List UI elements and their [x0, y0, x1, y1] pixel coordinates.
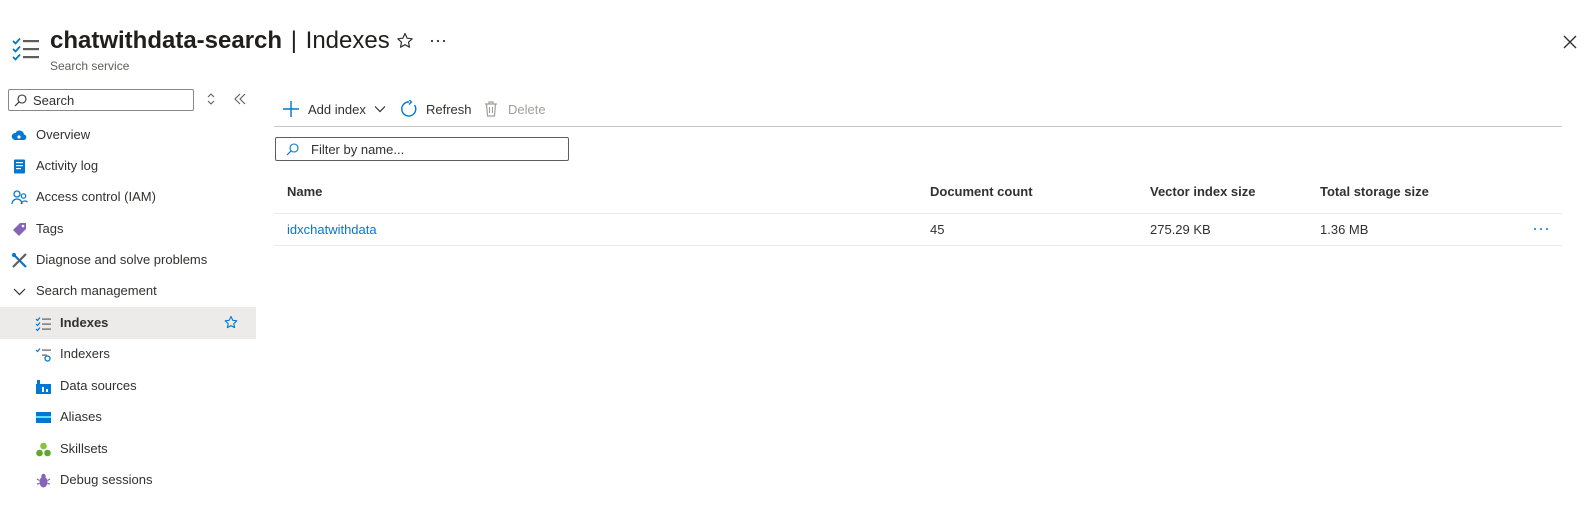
- vector-index-size-cell: 275.29 KB: [1150, 222, 1211, 237]
- add-index-label: Add index: [308, 101, 366, 117]
- row-divider: [274, 213, 1562, 214]
- search-icon: [14, 94, 27, 107]
- sidebar-item-diagnose[interactable]: Diagnose and solve problems: [0, 244, 256, 276]
- service-name: chatwithdata-search: [50, 27, 283, 54]
- column-header-vector-index-size[interactable]: Vector index size: [1150, 184, 1256, 199]
- sidebar-item-label: Overview: [36, 127, 91, 142]
- sidebar-item-data-sources[interactable]: Data sources: [0, 370, 256, 402]
- sidebar-item-access-control[interactable]: Access control (IAM): [0, 181, 256, 213]
- plus-icon: [283, 101, 299, 117]
- data-sources-icon: [36, 380, 51, 394]
- page-title: chatwithdata-search | Indexes: [50, 27, 390, 55]
- indexes-list-icon: [12, 37, 39, 61]
- column-header-total-storage-size[interactable]: Total storage size: [1320, 184, 1429, 199]
- collapse-sidebar-icon[interactable]: [232, 91, 248, 107]
- refresh-button[interactable]: Refresh: [400, 96, 472, 122]
- page-name: Indexes: [305, 27, 390, 54]
- sidebar-search-input[interactable]: [33, 92, 183, 108]
- index-list-icon: [35, 317, 51, 332]
- sidebar-item-debug-sessions[interactable]: Debug sessions: [0, 464, 256, 496]
- column-header-name[interactable]: Name: [287, 184, 322, 199]
- search-icon: [286, 143, 299, 156]
- sidebar-item-tags[interactable]: Tags: [0, 213, 256, 245]
- filter-input[interactable]: [311, 141, 561, 157]
- tag-icon: [13, 223, 26, 236]
- page-subtitle: Search service: [50, 59, 130, 73]
- chevron-down-icon: [13, 288, 26, 296]
- row-divider: [274, 245, 1562, 246]
- delete-button[interactable]: Delete: [482, 96, 546, 122]
- sidebar-item-label: Aliases: [60, 409, 102, 424]
- total-storage-size-cell: 1.36 MB: [1320, 222, 1369, 237]
- sidebar-item-label: Debug sessions: [60, 472, 153, 487]
- sidebar-item-indexers[interactable]: Indexers: [0, 338, 256, 370]
- sidebar-item-label: Skillsets: [60, 441, 108, 456]
- favorite-star-icon[interactable]: [223, 315, 239, 331]
- people-icon: [11, 190, 28, 205]
- sidebar-item-label: Data sources: [60, 378, 137, 393]
- sidebar-search-input-box[interactable]: [8, 89, 194, 111]
- close-icon[interactable]: [1560, 32, 1580, 52]
- bug-icon: [36, 473, 51, 488]
- sidebar-item-label: Tags: [36, 221, 64, 236]
- sidebar-item-indexes[interactable]: Indexes: [0, 307, 256, 339]
- sidebar-group-search-management[interactable]: Search management: [0, 275, 256, 307]
- sidebar-item-label: Diagnose and solve problems: [36, 252, 208, 267]
- sidebar-item-label: Access control (IAM): [36, 189, 156, 204]
- filter-box[interactable]: [275, 137, 569, 161]
- refresh-label: Refresh: [426, 101, 472, 117]
- add-index-button[interactable]: Add index: [282, 96, 386, 122]
- sidebar-item-label: Search management: [36, 283, 157, 298]
- sidebar-item-aliases[interactable]: Aliases: [0, 401, 256, 433]
- sidebar-item-overview[interactable]: Overview: [0, 119, 256, 151]
- sidebar-item-activity-log[interactable]: Activity log: [0, 150, 256, 182]
- toolbar-divider: [274, 126, 1562, 127]
- activity-log-icon: [14, 159, 25, 174]
- trash-icon: [485, 101, 497, 117]
- indexer-icon: [35, 348, 51, 362]
- aliases-icon: [36, 412, 51, 423]
- sidebar-item-label: Activity log: [36, 158, 99, 173]
- cloud-icon: [11, 130, 27, 140]
- title-separator: |: [290, 27, 297, 54]
- wrench-icon: [12, 253, 27, 268]
- document-count-cell: 45: [930, 222, 945, 237]
- sidebar-item-label: Indexers: [60, 346, 110, 361]
- refresh-icon: [401, 100, 417, 117]
- skillsets-icon: [36, 442, 51, 457]
- sidebar-item-label: Indexes: [60, 315, 109, 330]
- column-header-document-count[interactable]: Document count: [930, 184, 1033, 199]
- chevron-down-icon: [374, 106, 386, 113]
- index-name-link[interactable]: idxchatwithdata: [287, 222, 377, 237]
- sidebar-item-skillsets[interactable]: Skillsets: [0, 433, 256, 465]
- sort-updown-icon[interactable]: [204, 91, 218, 107]
- row-more-options-icon[interactable]: [1532, 221, 1550, 237]
- more-options-icon[interactable]: [428, 31, 448, 51]
- delete-label: Delete: [508, 101, 546, 117]
- favorite-star-icon[interactable]: [395, 31, 415, 51]
